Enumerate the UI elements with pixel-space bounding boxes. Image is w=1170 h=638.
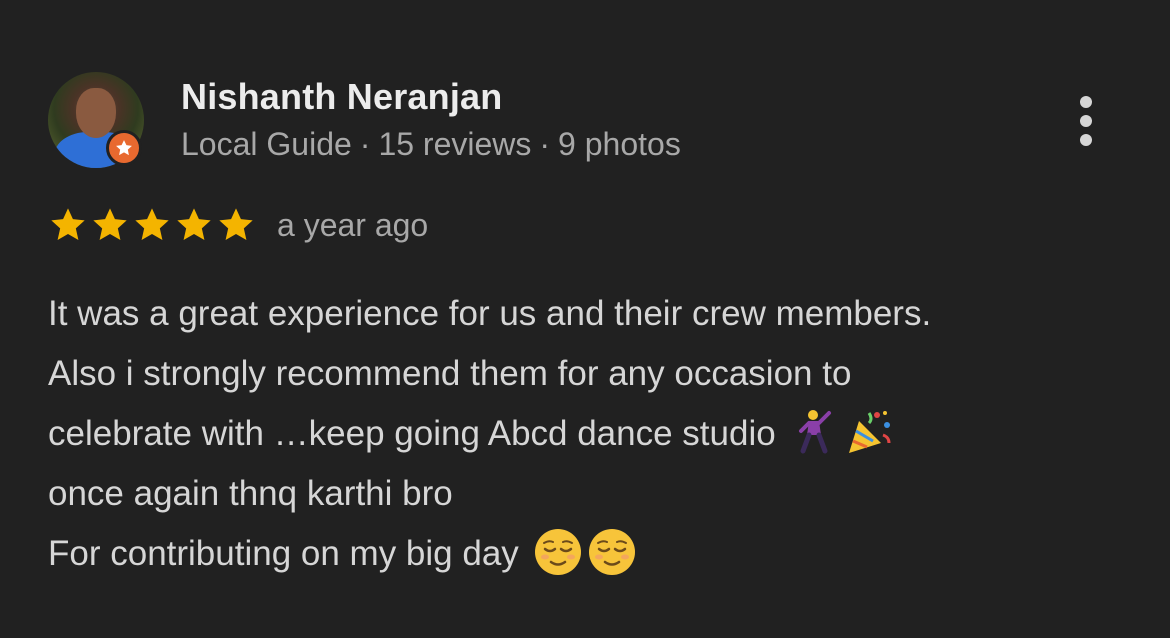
more-vert-icon — [1080, 96, 1092, 108]
more-vert-icon — [1080, 134, 1092, 146]
reviewer-name[interactable]: Nishanth Neranjan — [181, 76, 502, 118]
review-line-text: For contributing on my big day — [48, 534, 519, 573]
reviewer-meta: Local Guide · 15 reviews · 9 photos — [181, 126, 681, 163]
man-dancing-icon — [789, 407, 839, 457]
review-line-text: Also i strongly recommend them for any o… — [48, 354, 852, 393]
star-icon — [51, 208, 85, 240]
review-line: celebrate with …keep going Abcd dance st… — [48, 404, 1138, 464]
avatar-face — [76, 88, 116, 138]
review-timestamp: a year ago — [277, 207, 429, 243]
star-icon — [93, 208, 127, 240]
party-popper-icon — [843, 407, 893, 457]
review-count: 15 reviews — [378, 126, 532, 162]
review-line-text: once again thnq karthi bro — [48, 474, 453, 513]
review-line: For contributing on my big day — [48, 524, 1138, 584]
more-vert-icon — [1080, 115, 1092, 127]
separator: · — [539, 126, 551, 162]
star-badge-icon — [116, 140, 132, 156]
local-guide-badge-icon — [106, 130, 142, 166]
photo-count: 9 photos — [558, 126, 681, 162]
relieved-face-icon — [533, 527, 583, 577]
star-icon — [219, 208, 253, 240]
star-icon — [177, 208, 211, 240]
separator: · — [359, 126, 371, 162]
local-guide-label: Local Guide — [181, 126, 352, 162]
review-line-text: It was a great experience for us and the… — [48, 294, 932, 333]
review-line: once again thnq karthi bro — [48, 464, 1138, 524]
star-rating — [48, 205, 256, 245]
more-options-button[interactable] — [1064, 92, 1108, 150]
review-line-text: celebrate with …keep going Abcd dance st… — [48, 414, 776, 453]
review-line: Also i strongly recommend them for any o… — [48, 344, 1138, 404]
star-icon — [135, 208, 169, 240]
review-body: It was a great experience for us and the… — [48, 284, 1138, 584]
review-card: Nishanth Neranjan Local Guide · 15 reviews… — [0, 0, 1170, 638]
relieved-face-icon — [587, 527, 637, 577]
review-line: It was a great experience for us and the… — [48, 284, 1138, 344]
